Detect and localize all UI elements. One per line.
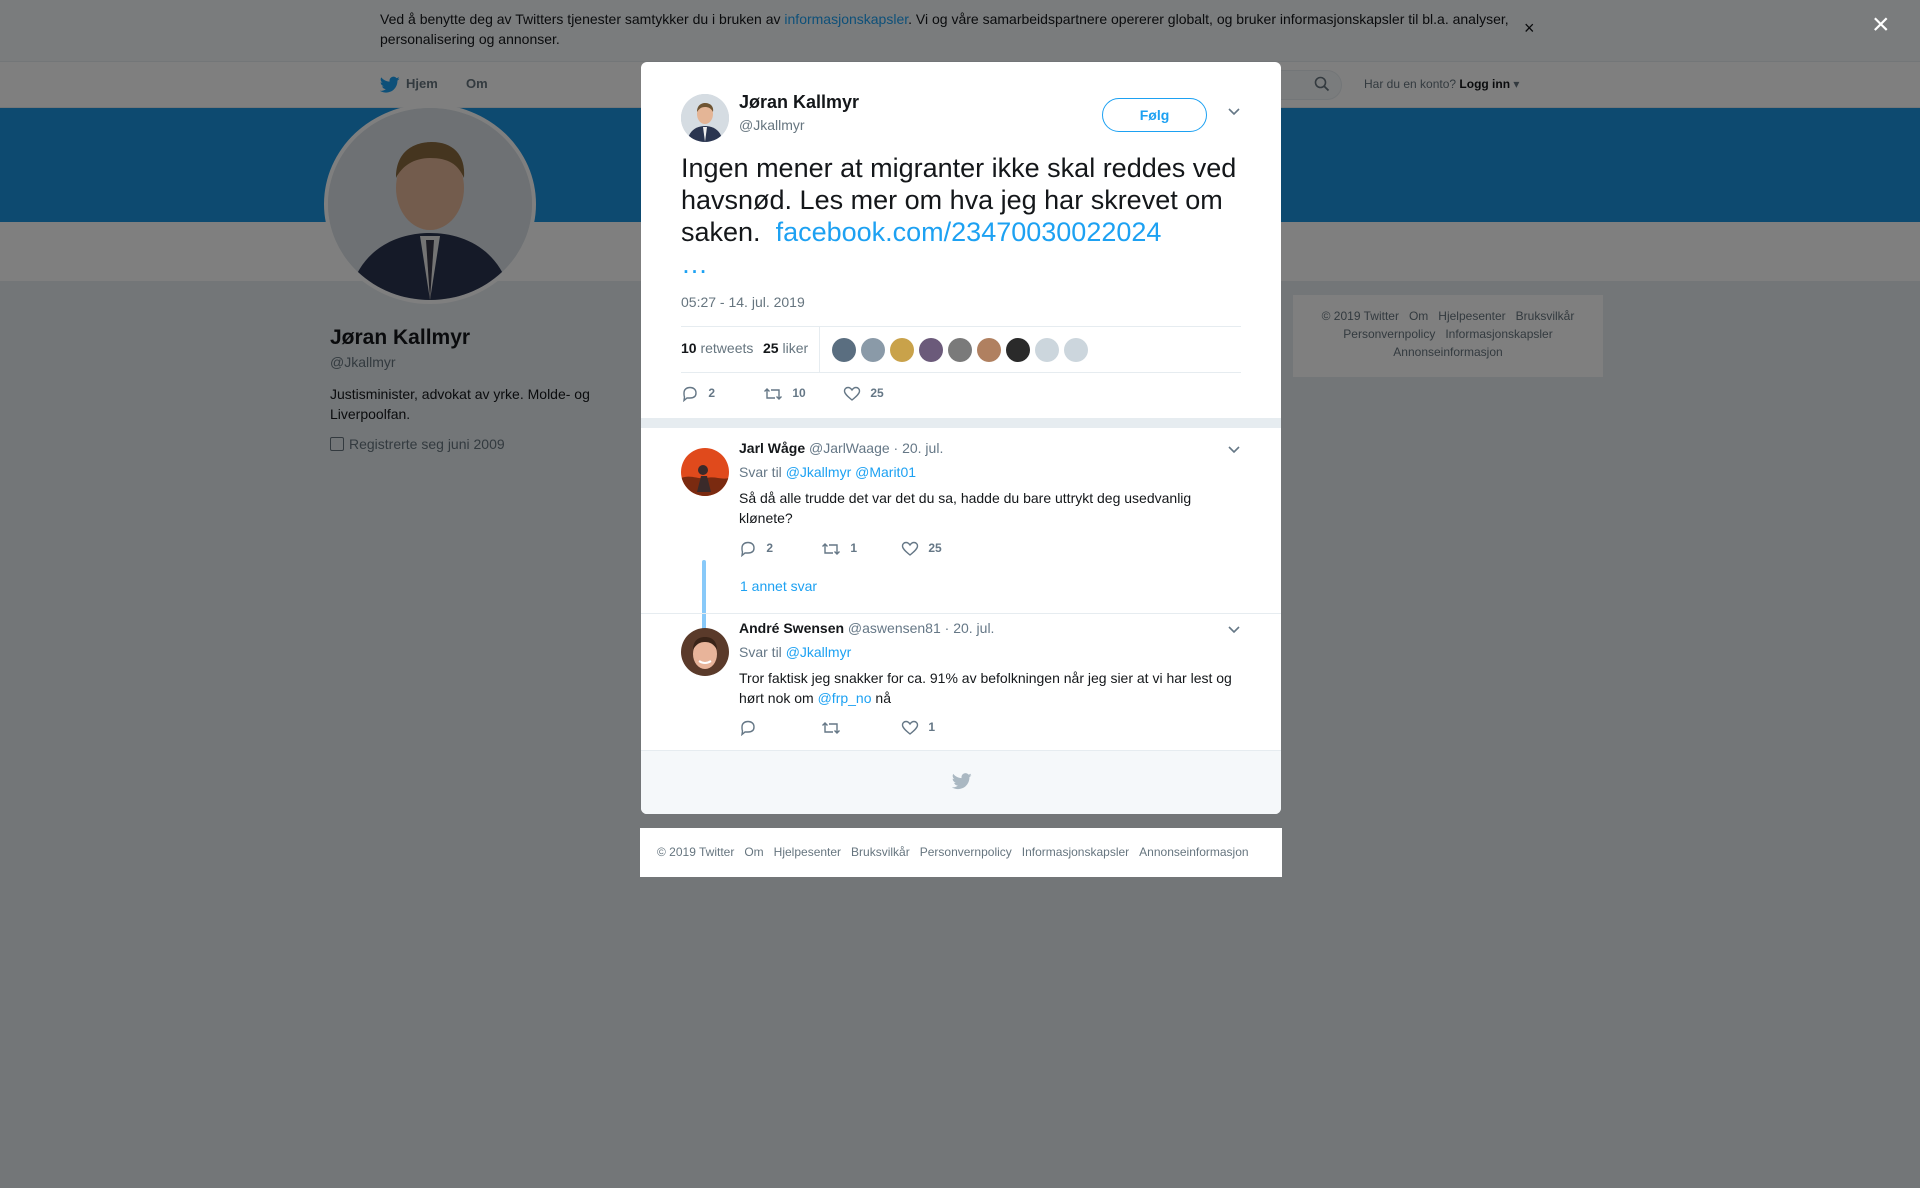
reply-avatar[interactable] (681, 628, 729, 676)
footer-link[interactable]: © 2019 Twitter (657, 845, 734, 859)
retweet-icon (764, 388, 782, 400)
reply-author-name[interactable]: Jarl Wåge (739, 440, 805, 456)
author-name[interactable]: Jøran Kallmyr (739, 92, 859, 113)
chevron-down-icon[interactable] (1227, 106, 1241, 116)
tweet-stats: 10 retweets 25 liker (681, 326, 1241, 373)
retweet-button[interactable]: 10 (763, 386, 806, 402)
heart-icon (901, 720, 919, 735)
section-divider (641, 418, 1281, 428)
heart-icon (843, 386, 861, 401)
reply-author-handle[interactable]: @aswensen81 (848, 620, 941, 636)
retweet-icon (822, 722, 840, 734)
like-button[interactable]: 25 (843, 386, 884, 402)
liker-avatar[interactable] (948, 338, 972, 362)
person-portrait-icon (681, 628, 729, 676)
modal-footer (641, 750, 1281, 814)
liker-avatar[interactable] (1064, 338, 1088, 362)
chevron-down-icon[interactable] (1227, 624, 1241, 634)
reply-button[interactable] (739, 720, 757, 737)
like-button[interactable]: 25 (901, 541, 942, 557)
close-modal-button[interactable]: × (1872, 10, 1890, 40)
reply-author-handle[interactable]: @JarlWaage (809, 440, 890, 456)
mention-link[interactable]: @frp_no (818, 690, 872, 706)
retweet-button[interactable] (821, 720, 841, 736)
footer-link[interactable]: Om (744, 845, 763, 859)
person-portrait-icon (681, 94, 729, 142)
liker-avatar[interactable] (977, 338, 1001, 362)
mention-link[interactable]: @Marit01 (855, 464, 916, 480)
reply-header: André Swensen @aswensen81 · 20. jul. (739, 620, 994, 636)
reply-button[interactable]: 2 (739, 541, 773, 558)
tweet-timestamp[interactable]: 05:27 - 14. jul. 2019 (681, 294, 805, 310)
retweet-stat[interactable]: 10 retweets (681, 340, 753, 356)
like-stat[interactable]: 25 liker (763, 340, 808, 356)
footer-link[interactable]: Hjelpesenter (774, 845, 841, 859)
footer-link[interactable]: Informasjonskapsler (1022, 845, 1129, 859)
retweet-button[interactable]: 1 (821, 541, 857, 557)
footer-link[interactable]: Personvernpolicy (920, 845, 1012, 859)
reply-text: Tror faktisk jeg snakker for ca. 91% av … (739, 670, 1232, 706)
reply-button[interactable]: 2 (681, 386, 715, 403)
bottom-footer: © 2019 Twitter Om Hjelpesenter Bruksvilkår P… (640, 828, 1282, 877)
reply-icon (683, 386, 697, 403)
like-button[interactable]: 1 (901, 720, 935, 736)
liker-avatar[interactable] (1006, 338, 1030, 362)
tweet-actions: 2 10 25 (681, 380, 1241, 410)
reply-text: Så då alle trudde det var det du sa, had… (739, 490, 1192, 526)
footer-link[interactable]: Annonseinformasjon (1139, 845, 1248, 859)
footer-link[interactable]: Bruksvilkår (851, 845, 910, 859)
liker-avatar[interactable] (832, 338, 856, 362)
tweet-modal: Jøran Kallmyr @Jkallmyr Følg Ingen mener… (641, 62, 1281, 814)
author-avatar[interactable] (681, 94, 729, 142)
author-handle[interactable]: @Jkallmyr (739, 117, 805, 133)
chevron-down-icon[interactable] (1227, 444, 1241, 454)
expand-link[interactable]: … (681, 249, 708, 279)
mention-link[interactable]: @Jkallmyr (786, 644, 852, 660)
reply-date[interactable]: · 20. jul. (894, 440, 944, 456)
liker-avatar[interactable] (890, 338, 914, 362)
tweet-text: Ingen mener at migranter ikke skal redde… (681, 153, 1237, 279)
liker-avatar[interactable] (861, 338, 885, 362)
heart-icon (901, 541, 919, 556)
liker-avatar[interactable] (919, 338, 943, 362)
reply-header: Jarl Wåge @JarlWaage · 20. jul. (739, 440, 943, 456)
tweet-link[interactable]: facebook.com/23470030022024 (776, 217, 1162, 247)
follow-button[interactable]: Følg (1102, 98, 1207, 132)
reply-to: Svar til @Jkallmyr (739, 644, 852, 660)
retweet-icon (822, 543, 840, 555)
reply-to: Svar til @Jkallmyr @Marit01 (739, 464, 917, 480)
reply-tweet[interactable]: André Swensen @aswensen81 · 20. jul. Sva… (641, 614, 1281, 750)
reply-icon (741, 720, 755, 737)
reply-tweet[interactable]: Jarl Wåge @JarlWaage · 20. jul. Svar til… (641, 428, 1281, 659)
reply-avatar[interactable] (681, 448, 729, 496)
liker-avatar[interactable] (1035, 338, 1059, 362)
reply-icon (741, 541, 755, 558)
divider (819, 327, 820, 372)
reply-author-name[interactable]: André Swensen (739, 620, 844, 636)
more-replies-link[interactable]: 1 annet svar (740, 578, 817, 594)
mention-link[interactable]: @Jkallmyr (786, 464, 852, 480)
person-silhouette-icon (681, 448, 729, 496)
reply-date[interactable]: · 20. jul. (945, 620, 995, 636)
twitter-bird-icon (952, 773, 972, 790)
